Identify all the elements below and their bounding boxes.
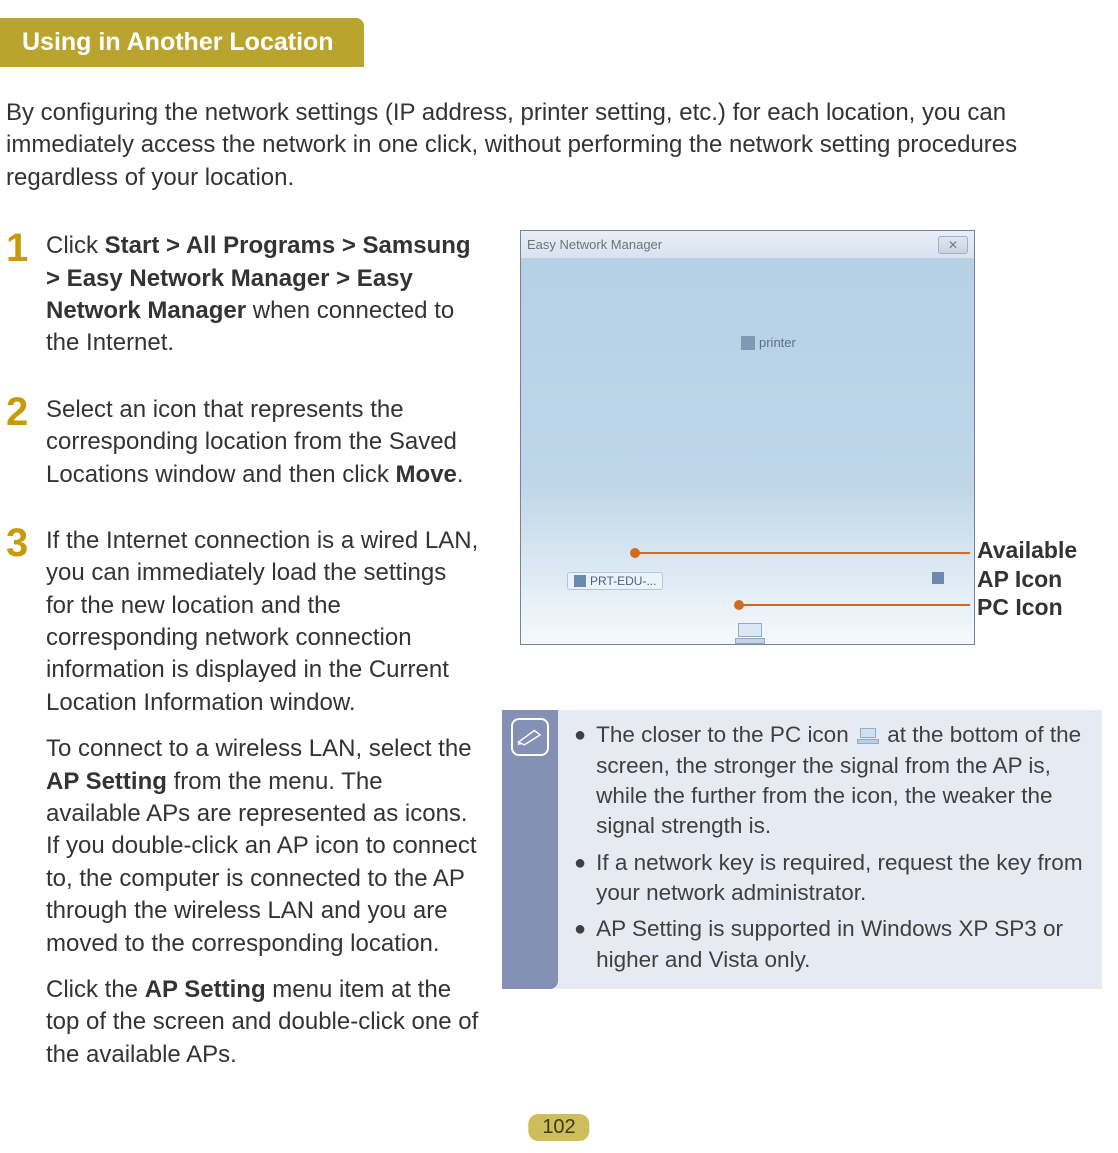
pc-icon-inline <box>857 728 879 744</box>
callout-line-ap <box>635 552 970 554</box>
window-body: printer PRT-EDU-... <box>521 259 974 644</box>
step-body: If the Internet connection is a wired LA… <box>46 525 480 1085</box>
bullet-icon: ● <box>574 722 586 842</box>
step-3-para-3: Click the AP Setting menu item at the to… <box>46 974 480 1071</box>
window-titlebar: Easy Network Manager ✕ <box>521 231 974 259</box>
window-title: Easy Network Manager <box>527 237 662 252</box>
note-body: ● The closer to the PC icon at the botto… <box>558 710 1102 989</box>
bullet-icon: ● <box>574 850 586 909</box>
ap-chip-right[interactable] <box>932 572 944 584</box>
callout-label-ap: Available AP Icon <box>977 536 1100 594</box>
steps-column: 1 Click Start > All Programs > Samsung >… <box>0 230 480 1119</box>
figure-column: Easy Network Manager ✕ printer PRT-EDU-.… <box>480 230 1100 1119</box>
section-header: Using in Another Location <box>0 18 364 67</box>
note-text-2: If a network key is required, request th… <box>596 848 1092 909</box>
note-item-3: ● AP Setting is supported in Windows XP … <box>574 914 1092 975</box>
step-number: 2 <box>6 394 46 491</box>
note-text-3: AP Setting is supported in Windows XP SP… <box>596 914 1092 975</box>
bullet-icon: ● <box>574 916 586 975</box>
section-title: Using in Another Location <box>22 28 334 56</box>
note-icon <box>511 718 549 756</box>
intro-paragraph: By configuring the network settings (IP … <box>6 97 1112 194</box>
step-number: 1 <box>6 230 46 360</box>
note-box: ● The closer to the PC icon at the botto… <box>502 710 1102 989</box>
printer-label: printer <box>741 335 796 350</box>
step-3: 3 If the Internet connection is a wired … <box>6 525 480 1085</box>
step-3-para-1: If the Internet connection is a wired LA… <box>46 525 480 719</box>
printer-icon <box>741 336 755 350</box>
step-2: 2 Select an icon that represents the cor… <box>6 394 480 491</box>
note-item-2: ● If a network key is required, request … <box>574 848 1092 909</box>
ap-icon <box>574 575 586 587</box>
ap-icon <box>932 572 944 584</box>
easy-network-manager-window: Easy Network Manager ✕ printer PRT-EDU-.… <box>520 230 975 645</box>
note-icon-column <box>502 710 558 989</box>
close-icon[interactable]: ✕ <box>938 236 968 254</box>
note-text-1: The closer to the PC icon at the bottom … <box>596 720 1092 842</box>
pc-icon <box>735 623 765 645</box>
printer-text: printer <box>759 335 796 350</box>
ap-chip-box[interactable]: PRT-EDU-... <box>567 572 663 590</box>
ap-chip[interactable]: PRT-EDU-... <box>567 572 663 590</box>
page-number-text: 102 <box>542 1116 575 1138</box>
callout-label-pc: PC Icon <box>977 593 1063 622</box>
step-number: 3 <box>6 525 46 1085</box>
step-body: Select an icon that represents the corre… <box>46 394 480 491</box>
step-body: Click Start > All Programs > Samsung > E… <box>46 230 480 360</box>
callout-line-pc <box>739 604 970 606</box>
note-item-1: ● The closer to the PC icon at the botto… <box>574 720 1092 842</box>
step-1: 1 Click Start > All Programs > Samsung >… <box>6 230 480 360</box>
step-3-para-2: To connect to a wireless LAN, select the… <box>46 733 480 960</box>
page-number: 102 <box>528 1114 589 1141</box>
callout-text-ap: Available AP Icon <box>977 537 1077 592</box>
callout-text-pc: PC Icon <box>977 594 1063 620</box>
intro-text: By configuring the network settings (IP … <box>6 99 1017 191</box>
content-row: 1 Click Start > All Programs > Samsung >… <box>0 230 1118 1119</box>
ap-chip-label: PRT-EDU-... <box>590 574 656 588</box>
pencil-icon <box>517 728 543 746</box>
